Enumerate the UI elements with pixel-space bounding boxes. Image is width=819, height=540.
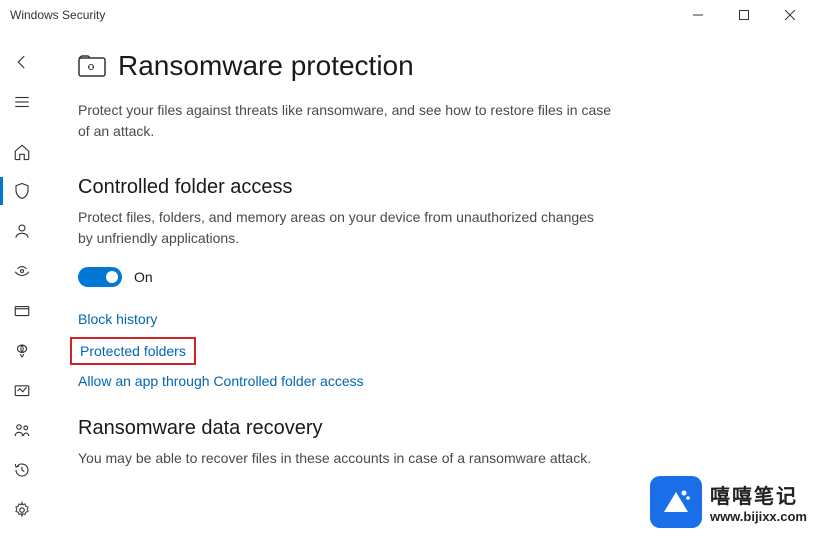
sidebar (0, 30, 44, 540)
cfa-heading: Controlled folder access (78, 176, 749, 199)
watermark-text-cn: 嘻嘻笔记 (710, 480, 807, 509)
cfa-description: Protect files, folders, and memory areas… (78, 207, 598, 249)
close-button[interactable] (767, 0, 813, 30)
menu-button[interactable] (0, 82, 44, 122)
page-title: Ransomware protection (118, 50, 414, 82)
block-history-link[interactable]: Block history (78, 311, 157, 327)
firewall-icon[interactable] (0, 251, 44, 291)
shield-icon[interactable] (0, 171, 44, 211)
recovery-description: You may be able to recover files in thes… (78, 448, 598, 469)
recovery-heading: Ransomware data recovery (78, 417, 749, 440)
watermark-text-url: www.bijixx.com (710, 509, 807, 524)
settings-icon[interactable] (0, 490, 44, 530)
history-icon[interactable] (0, 450, 44, 490)
cfa-toggle[interactable] (78, 267, 122, 287)
device-security-icon[interactable] (0, 331, 44, 371)
family-icon[interactable] (0, 411, 44, 451)
cfa-toggle-label: On (134, 269, 153, 285)
main-content: Ransomware protection Protect your files… (44, 30, 819, 540)
app-browser-icon[interactable] (0, 291, 44, 331)
watermark: 嘻嘻笔记 www.bijixx.com (650, 476, 807, 528)
folder-shield-icon (78, 54, 106, 78)
back-button[interactable] (0, 42, 44, 82)
protected-folders-link[interactable]: Protected folders (70, 337, 196, 365)
home-icon[interactable] (0, 132, 44, 172)
page-description: Protect your files against threats like … (78, 100, 618, 142)
account-icon[interactable] (0, 211, 44, 251)
maximize-button[interactable] (721, 0, 767, 30)
allow-app-link[interactable]: Allow an app through Controlled folder a… (78, 373, 364, 389)
titlebar: Windows Security (0, 0, 819, 30)
watermark-logo-icon (650, 476, 702, 528)
device-performance-icon[interactable] (0, 371, 44, 411)
minimize-button[interactable] (675, 0, 721, 30)
window-title: Windows Security (10, 8, 105, 22)
